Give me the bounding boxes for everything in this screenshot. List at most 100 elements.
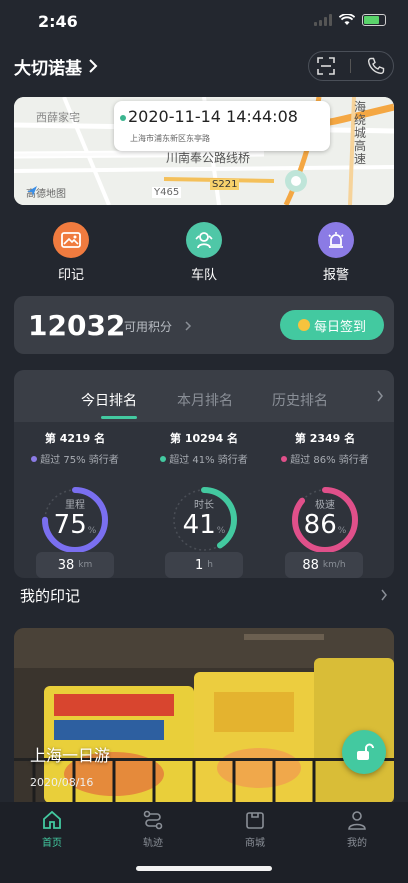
- chevron-right-icon: [89, 59, 98, 73]
- ring-unit: %: [337, 526, 347, 536]
- header-actions: [308, 51, 394, 81]
- pill-unit: km/h: [322, 560, 346, 570]
- marks-section-header[interactable]: 我的印记: [20, 582, 388, 608]
- vehicle-selector[interactable]: 大切诺基: [14, 54, 98, 79]
- quick-action-marks[interactable]: 印记: [36, 222, 106, 283]
- tab-label: 我的: [347, 838, 367, 849]
- ring-unit: %: [87, 526, 97, 536]
- quick-action-label: 报警: [322, 268, 349, 283]
- tab-today-rank[interactable]: 今日排名: [81, 390, 137, 410]
- pill-value: 1: [195, 557, 204, 573]
- status-icons: [314, 14, 386, 26]
- rank-column-distance: 第 4219 名 超过 75% 骑行者: [16, 430, 134, 466]
- tab-history-rank[interactable]: 历史排名: [272, 390, 328, 410]
- wifi-icon: [339, 14, 355, 25]
- rank-place: 第 10294 名: [170, 432, 238, 445]
- tab-route[interactable]: 轨迹: [113, 810, 193, 849]
- daily-checkin-button[interactable]: 每日签到: [280, 310, 384, 340]
- team-icon: [186, 222, 222, 258]
- mark-date: 2020/08/16: [30, 776, 94, 789]
- chevron-right-icon: [381, 589, 387, 601]
- rank-beat: 超过 75% 骑行者: [40, 455, 119, 466]
- ranking-tabs: 今日排名 本月排名 历史排名: [14, 370, 394, 422]
- user-icon: [348, 811, 366, 830]
- ring-gauge-distance: 里程 75%: [16, 474, 134, 554]
- tab-label: 轨迹: [143, 838, 163, 849]
- quick-action-alarm[interactable]: 报警: [301, 222, 371, 283]
- pill-unit: km: [78, 560, 93, 570]
- unlock-button[interactable]: [342, 730, 386, 774]
- tab-profile[interactable]: 我的: [317, 810, 397, 849]
- tab-month-rank[interactable]: 本月排名: [177, 390, 233, 410]
- ring-gauge-speed: 极速 86%: [266, 474, 384, 554]
- quick-action-label: 车队: [190, 268, 217, 283]
- quick-action-team[interactable]: 车队: [169, 222, 239, 283]
- ranking-card: 今日排名 本月排名 历史排名 第 4219 名 超过 75% 骑行者 里程 75…: [14, 370, 394, 578]
- status-time: 2:46: [38, 12, 78, 31]
- unlock-icon: [357, 743, 374, 760]
- tab-label: 商城: [245, 838, 265, 849]
- rank-beat: 超过 86% 骑行者: [290, 455, 369, 466]
- coin-icon: [297, 319, 310, 331]
- mark-title: 上海一日游: [30, 746, 111, 765]
- home-indicator: [136, 866, 272, 871]
- header: 大切诺基: [14, 51, 394, 81]
- map-label: Y465: [152, 187, 182, 198]
- quick-action-label: 印记: [57, 268, 84, 283]
- rank-column-duration: 第 10294 名 超过 41% 骑行者: [145, 430, 263, 466]
- legend-dot-icon: [31, 455, 38, 462]
- map-provider-logo: 高德地图: [26, 185, 66, 200]
- mark-card[interactable]: 上海一日游 2020/08/16: [14, 628, 394, 803]
- alarm-icon: [318, 222, 354, 258]
- route-icon: [143, 810, 163, 830]
- pill-unit: h: [207, 560, 213, 570]
- gaode-logo-icon: [27, 186, 37, 196]
- ring-value: 41: [182, 510, 216, 540]
- status-bar: 2:46: [0, 0, 408, 44]
- location-datetime: 2020-11-14 14:44:08: [128, 107, 298, 126]
- scan-icon[interactable]: [317, 57, 335, 75]
- tab-home[interactable]: 首页: [12, 810, 92, 849]
- map-label: 西薛家宅: [36, 111, 80, 124]
- rank-place: 第 2349 名: [294, 432, 356, 445]
- rank-place: 第 4219 名: [44, 432, 106, 445]
- points-card[interactable]: 12032 可用积分 每日签到: [14, 296, 394, 354]
- pill-value: 38: [57, 557, 75, 573]
- stat-pill-speed: 88 km/h: [285, 552, 363, 578]
- active-tab-indicator: [101, 416, 137, 419]
- ring-value: 75: [53, 510, 87, 540]
- vehicle-name: 大切诺基: [14, 58, 82, 79]
- checkin-label: 每日签到: [313, 319, 366, 335]
- section-title: 我的印记: [20, 586, 81, 605]
- ring-value: 86: [303, 510, 337, 540]
- rank-beat: 超过 41% 骑行者: [169, 455, 248, 466]
- photo-icon: [53, 222, 89, 258]
- ring-caption: 极速: [315, 500, 335, 511]
- phone-icon[interactable]: [367, 57, 385, 75]
- tab-shop[interactable]: 商城: [215, 810, 295, 849]
- ring-caption: 里程: [65, 500, 85, 511]
- battery-icon: [362, 14, 386, 26]
- legend-dot-icon: [160, 455, 167, 462]
- app-screen: 2:46 大切诺基 西薛家宅 川南奉公路线桥 Y465 S221 海绕城高速 2…: [0, 0, 408, 883]
- map-label: 海绕城高速: [354, 100, 367, 166]
- pill-value: 88: [302, 557, 319, 573]
- chevron-right-icon: [185, 321, 191, 331]
- tab-label: 首页: [42, 838, 62, 849]
- chevron-right-icon[interactable]: [376, 390, 384, 402]
- shop-icon: [246, 812, 264, 829]
- rank-column-speed: 第 2349 名 超过 86% 骑行者: [266, 430, 384, 466]
- legend-dot-icon: [281, 455, 288, 462]
- location-bubble: 2020-11-14 14:44:08 上海市浦东新区东亭路: [114, 101, 330, 151]
- points-label: 可用积分: [124, 318, 192, 335]
- points-value: 12032: [28, 309, 126, 342]
- ring-gauge-duration: 时长 41%: [145, 474, 263, 554]
- ring-unit: %: [216, 526, 226, 536]
- map-label: S221: [210, 179, 240, 190]
- stat-pill-duration: 1h: [165, 552, 243, 578]
- location-map[interactable]: 西薛家宅 川南奉公路线桥 Y465 S221 海绕城高速 2020-11-14 …: [14, 97, 394, 205]
- location-address: 上海市浦东新区东亭路: [130, 134, 210, 143]
- ring-caption: 时长: [194, 500, 214, 511]
- location-dot-icon: [120, 115, 126, 121]
- map-label: 川南奉公路线桥: [166, 151, 251, 165]
